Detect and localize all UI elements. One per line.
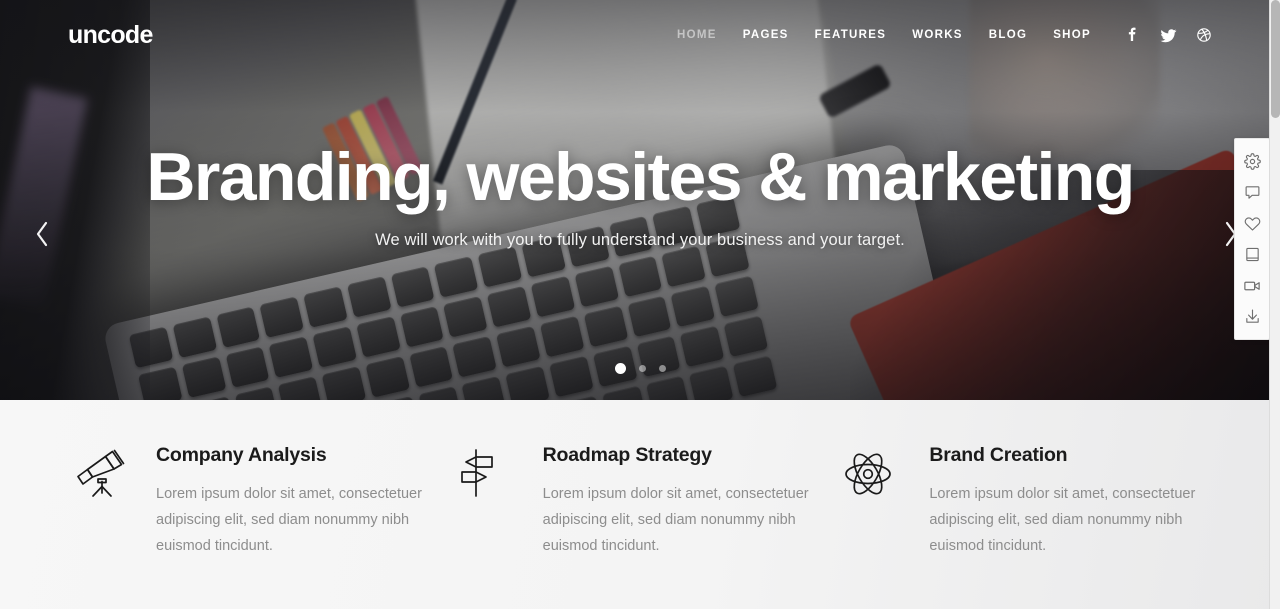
browser-scrollbar[interactable] xyxy=(1269,0,1280,609)
nav-item-home[interactable]: HOME xyxy=(664,29,730,41)
slider-dot-2[interactable] xyxy=(639,365,646,372)
slider-dot-1[interactable] xyxy=(615,363,626,374)
atom-icon xyxy=(833,444,929,609)
site-header: uncode HOME PAGES FEATURES WORKS BLOG SH… xyxy=(0,0,1280,70)
dribbble-icon[interactable] xyxy=(1186,20,1222,50)
hero-subtitle: We will work with you to fully understan… xyxy=(375,231,905,250)
site-logo[interactable]: uncode xyxy=(68,23,153,48)
nav-item-blog[interactable]: BLOG xyxy=(976,29,1040,41)
download-icon[interactable] xyxy=(1234,301,1270,332)
scrollbar-thumb[interactable] xyxy=(1271,0,1280,118)
feature-title: Company Analysis xyxy=(156,444,423,467)
feature-text: Lorem ipsum dolor sit amet, consectetuer… xyxy=(543,481,810,559)
features-section: Company Analysis Lorem ipsum dolor sit a… xyxy=(0,400,1280,609)
social-links xyxy=(1114,20,1222,50)
heart-icon[interactable] xyxy=(1234,208,1270,239)
twitter-icon[interactable] xyxy=(1150,20,1186,50)
comment-icon[interactable] xyxy=(1234,177,1270,208)
telescope-icon xyxy=(60,444,156,609)
video-icon[interactable] xyxy=(1234,270,1270,301)
nav-item-pages[interactable]: PAGES xyxy=(730,29,802,41)
feature-text: Lorem ipsum dolor sit amet, consectetuer… xyxy=(929,481,1196,559)
side-toolbar xyxy=(1234,138,1270,340)
feature-text: Lorem ipsum dolor sit amet, consectetuer… xyxy=(156,481,423,559)
book-icon[interactable] xyxy=(1234,239,1270,270)
nav-item-features[interactable]: FEATURES xyxy=(802,29,900,41)
signpost-icon xyxy=(447,444,543,609)
feature-column: Brand Creation Lorem ipsum dolor sit ame… xyxy=(833,400,1220,609)
slider-dot-3[interactable] xyxy=(659,365,666,372)
main-navigation: HOME PAGES FEATURES WORKS BLOG SHOP xyxy=(664,20,1222,50)
slider-prev-arrow[interactable] xyxy=(26,218,58,250)
gear-icon[interactable] xyxy=(1234,146,1270,177)
slider-pagination xyxy=(0,363,1280,374)
nav-item-shop[interactable]: SHOP xyxy=(1040,29,1104,41)
nav-item-works[interactable]: WORKS xyxy=(899,29,976,41)
hero-title: Branding, websites & marketing xyxy=(146,142,1133,213)
page-root: uncode HOME PAGES FEATURES WORKS BLOG SH… xyxy=(0,0,1280,609)
feature-title: Roadmap Strategy xyxy=(543,444,810,467)
feature-title: Brand Creation xyxy=(929,444,1196,467)
feature-column: Roadmap Strategy Lorem ipsum dolor sit a… xyxy=(447,400,834,609)
hero-slider: uncode HOME PAGES FEATURES WORKS BLOG SH… xyxy=(0,0,1280,400)
facebook-icon[interactable] xyxy=(1114,20,1150,50)
feature-column: Company Analysis Lorem ipsum dolor sit a… xyxy=(60,400,447,609)
